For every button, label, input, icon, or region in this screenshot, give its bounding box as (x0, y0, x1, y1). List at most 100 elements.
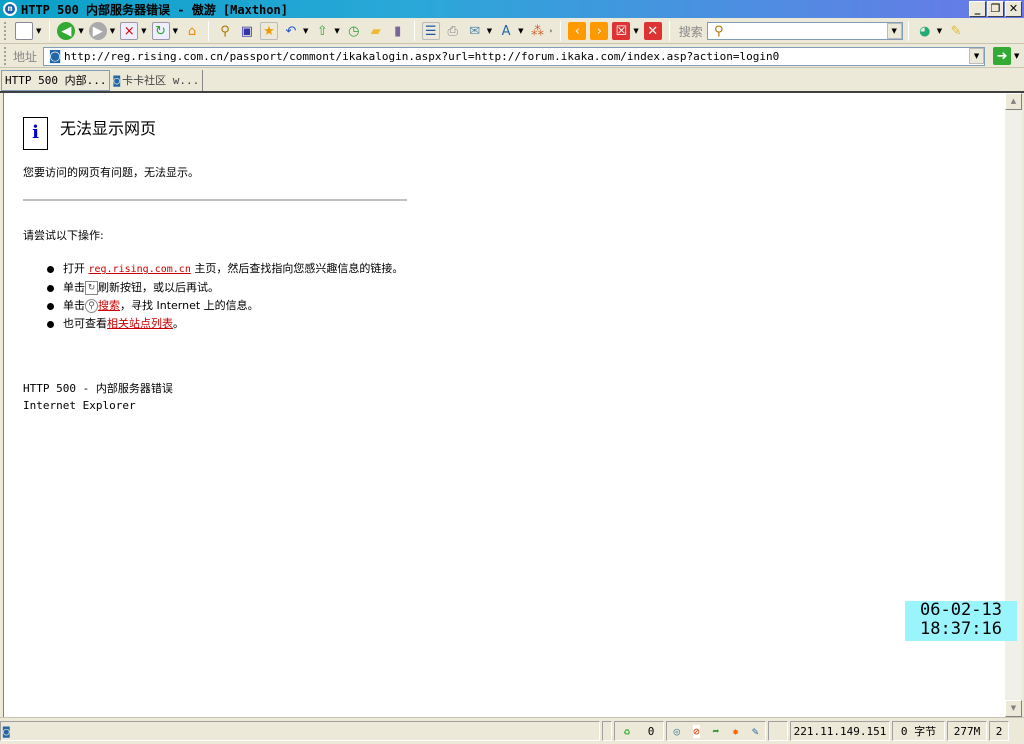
close-tab-icon[interactable]: ✕ (643, 22, 662, 40)
refresh-icon: ↻ (85, 281, 98, 295)
related-sites-link[interactable]: 相关站点列表 (107, 317, 173, 330)
address-input[interactable]: ◙ http://reg.rising.com.cn/passport/comm… (43, 46, 986, 66)
popup-blocker-icon[interactable]: ⊘ (693, 724, 700, 738)
database-icon[interactable]: ▮ (389, 22, 407, 40)
tab-label: HTTP 500 内部... (5, 74, 107, 87)
page-icon: ◙ (3, 724, 10, 738)
skype-icon[interactable]: ◎ (673, 725, 680, 738)
toolbar-grip[interactable] (4, 22, 7, 40)
window-title: HTTP 500 内部服务器错误 - 傲游 [Maxthon] (21, 2, 288, 17)
globe-icon[interactable]: ◕ (916, 22, 934, 40)
status-bar: ◙ ♻ 0 ◎ ⊘ ➦ ✸ ✎ 221.11.149.151 0 字节 277M … (0, 717, 1024, 744)
page-heading: 无法显示网页 (60, 119, 157, 138)
forward-icon[interactable]: ▶ (88, 22, 107, 40)
stop-dropdown-icon[interactable]: ▼ (141, 27, 146, 35)
font-dropdown-icon[interactable]: ▼ (518, 27, 523, 35)
title-bar: m HTTP 500 内部服务器错误 - 傲游 [Maxthon] _ ❐ ✕ (0, 0, 1024, 18)
divider (23, 199, 407, 201)
address-grip[interactable] (4, 47, 7, 65)
try-label: 请尝试以下操作: (23, 229, 104, 242)
list-item: 打开 reg.rising.com.cn 主页，然后查找指向您感兴趣信息的链接。 (47, 261, 407, 278)
page-content: i 无法显示网页 您要访问的网页有问题，无法显示。 请尝试以下操作: 打开 re… (3, 93, 1022, 717)
error-code: HTTP 500 - 内部服务器错误 (23, 382, 173, 395)
sidebar-icon[interactable]: ☰ (421, 22, 440, 40)
close-tabs-icon[interactable]: ☒ (612, 22, 631, 40)
mail-icon[interactable]: ✉ (466, 22, 484, 40)
address-url: http://reg.rising.com.cn/passport/common… (64, 49, 780, 63)
search-link[interactable]: 搜索 (98, 299, 120, 312)
folder-icon[interactable]: ▰ (367, 22, 385, 40)
search-engine-icon[interactable]: ⚲ (710, 22, 728, 40)
recycle-bin-icon: ♻ (623, 724, 631, 738)
close-button[interactable]: ✕ (1005, 1, 1022, 17)
prev-tab-icon[interactable]: ‹ (568, 22, 587, 40)
maxthon-logo-icon: m (3, 2, 17, 16)
minimize-button[interactable]: _ (969, 1, 986, 17)
home-link[interactable]: reg.rising.com.cn (89, 264, 191, 275)
translate-icon[interactable]: ⁂ (529, 22, 547, 40)
favorites-star-icon[interactable]: ★ (259, 22, 278, 40)
edit-icon[interactable]: ✎ (947, 22, 965, 40)
back-dropdown-icon[interactable]: ▼ (78, 27, 83, 35)
error-message: 您要访问的网页有问题，无法显示。 (23, 166, 199, 179)
back-icon[interactable]: ◀ (57, 22, 76, 40)
notes-icon[interactable]: ✎ (752, 725, 759, 738)
more-chevron-icon[interactable]: › (550, 27, 553, 35)
stop-icon[interactable]: × (120, 22, 139, 40)
close-tabs-dropdown-icon[interactable]: ▼ (633, 27, 638, 35)
undo-dropdown-icon[interactable]: ▼ (303, 27, 308, 35)
go-icon[interactable]: ➜ (993, 47, 1012, 65)
refresh-icon[interactable]: ↻ (151, 22, 170, 40)
clock-overlay: 06-02-13 18:37:16 (905, 601, 1017, 641)
bytes-count: 0 字节 (892, 721, 945, 741)
undo-icon[interactable]: ↶ (282, 22, 300, 40)
ad-filter-icon[interactable]: ✸ (732, 725, 739, 738)
ip-address: 221.11.149.151 (790, 721, 890, 741)
forward-dropdown-icon[interactable]: ▼ (110, 27, 115, 35)
save-icon[interactable]: ▣ (238, 22, 256, 40)
print-icon[interactable]: ⎙ (444, 22, 462, 40)
recycle-status[interactable]: ♻ 0 (614, 721, 664, 741)
new-dropdown-icon[interactable]: ▼ (36, 27, 41, 35)
restore-button[interactable]: ❐ (987, 1, 1004, 17)
globe-dropdown-icon[interactable]: ▼ (937, 27, 942, 35)
main-toolbar: ▼ ◀ ▼ ▶ ▼ × ▼ ↻ ▼ ⌂ ⚲ ▣ ★ ↶ ▼ ⇧ ▼ ◷ ▰ ▮ ☰ ⎙ ✉ ▼… (0, 19, 1024, 44)
list-item: 也可查看相关站点列表。 (47, 316, 407, 332)
search-dropdown-icon[interactable]: ▼ (886, 23, 902, 39)
new-page-icon[interactable] (15, 22, 33, 40)
go-dropdown-icon[interactable]: ▼ (1014, 52, 1019, 60)
font-icon[interactable]: A (497, 22, 515, 40)
find-icon[interactable]: ⚲ (216, 22, 234, 40)
scroll-down-icon[interactable]: ▼ (1005, 700, 1022, 717)
list-item: 单击 ↻ 刷新按钮，或以后再试。 (47, 280, 407, 296)
address-label: 地址 (13, 49, 38, 64)
clock-date: 06-02-13 (920, 600, 1002, 620)
status-icons: ◎ ⊘ ➦ ✸ ✎ (666, 721, 766, 741)
home-icon[interactable]: ⌂ (183, 22, 201, 40)
up-dropdown-icon[interactable]: ▼ (334, 27, 339, 35)
address-dropdown-icon[interactable]: ▼ (969, 47, 985, 64)
tab-http-500[interactable]: HTTP 500 内部... (1, 69, 111, 91)
history-icon[interactable]: ◷ (345, 22, 363, 40)
tab-count: 2 (989, 721, 1009, 741)
memory-usage: 277M (947, 721, 987, 741)
up-icon[interactable]: ⇧ (313, 22, 331, 40)
refresh-dropdown-icon[interactable]: ▼ (173, 27, 178, 35)
next-tab-icon[interactable]: › (590, 22, 609, 40)
search-input[interactable]: ⚲ ▼ (706, 22, 903, 40)
search-label: 搜索 (678, 24, 703, 39)
browser-name: Internet Explorer (23, 399, 136, 412)
mail-dropdown-icon[interactable]: ▼ (487, 27, 492, 35)
tab-label: 卡卡社区 w... (122, 74, 200, 87)
scroll-up-icon[interactable]: ▲ (1005, 93, 1022, 110)
address-bar: 地址 ◙ http://reg.rising.com.cn/passport/c… (0, 45, 1024, 68)
status-text: ◙ (0, 721, 600, 741)
info-icon: i (23, 117, 48, 150)
download-icon[interactable]: ➦ (713, 725, 720, 738)
suggestion-list: 打开 reg.rising.com.cn 主页，然后查找指向您感兴趣信息的链接。… (47, 261, 407, 334)
page-icon: ◙ (113, 73, 121, 87)
clock-time: 18:37:16 (920, 619, 1002, 639)
search-icon: ⚲ (85, 299, 98, 313)
tab-kaka-community[interactable]: ◙ 卡卡社区 w... (110, 69, 204, 91)
list-item: 单击 ⚲ 搜索，寻找 Internet 上的信息。 (47, 298, 407, 314)
